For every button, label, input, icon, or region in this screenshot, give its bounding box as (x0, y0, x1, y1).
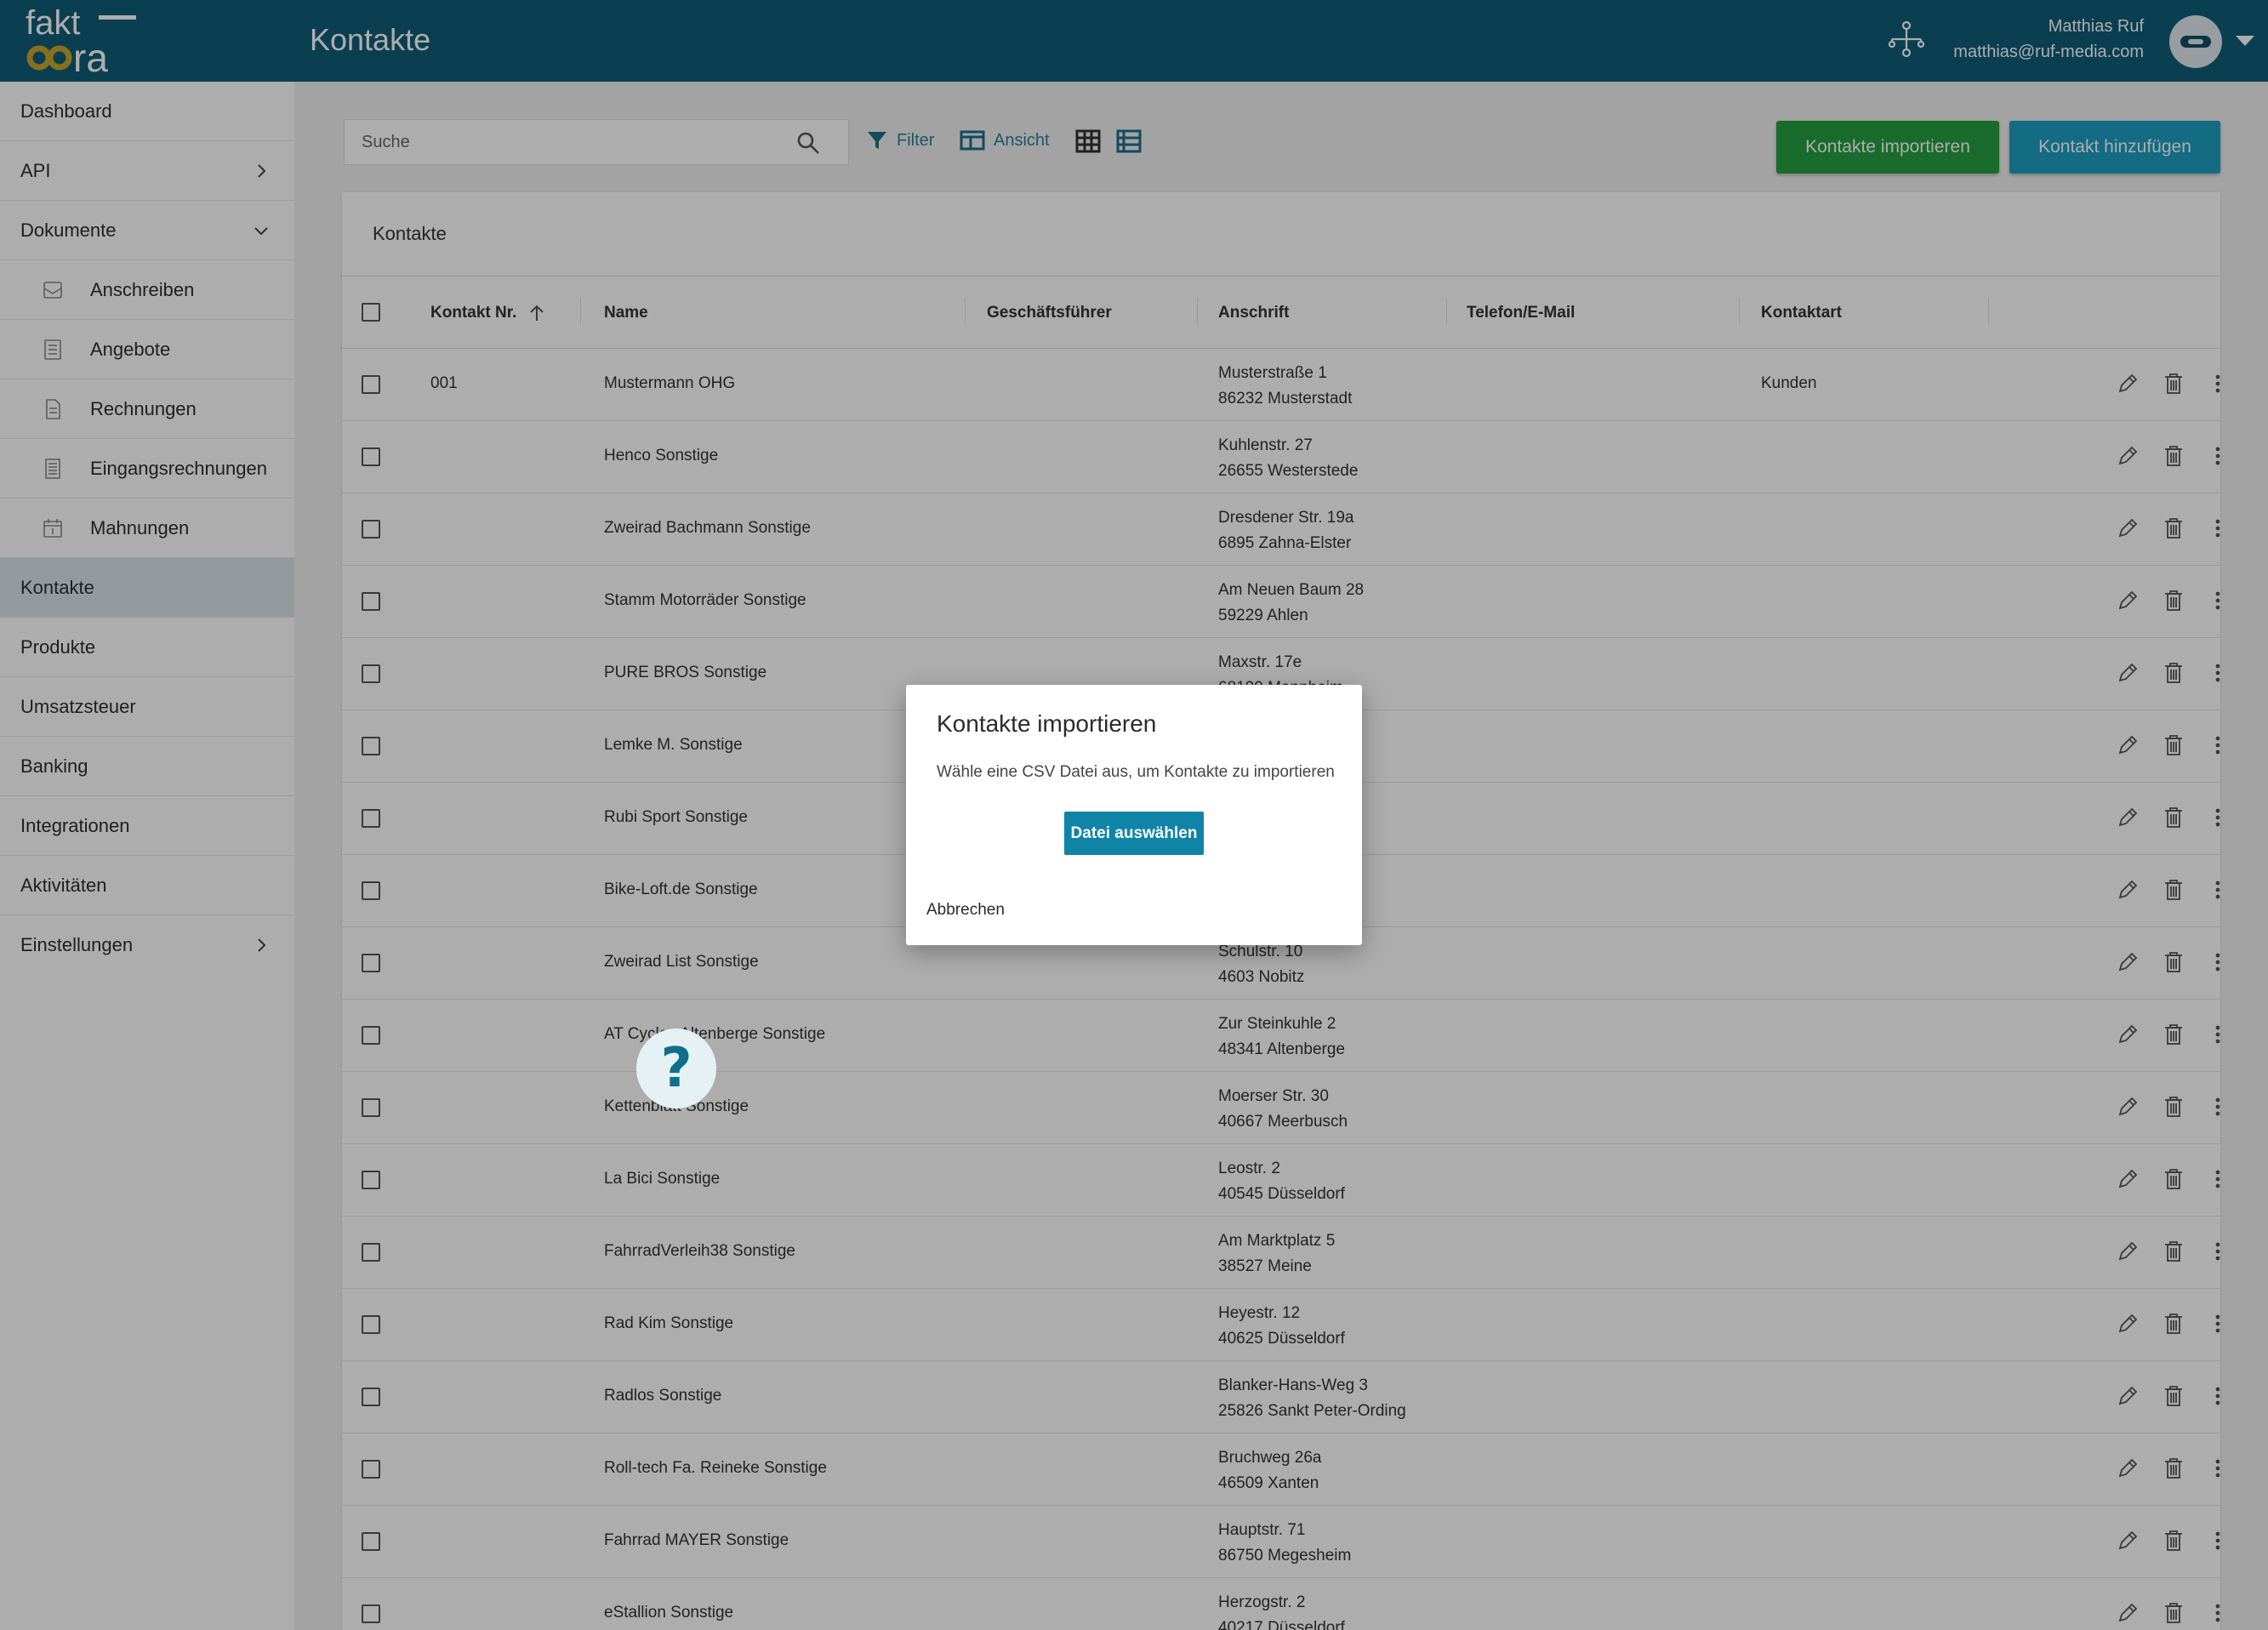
dialog-text: Wähle eine CSV Datei aus, um Kontakte zu… (937, 763, 1335, 781)
question-mark-icon: ? (660, 1037, 692, 1100)
cancel-button[interactable]: Abbrechen (926, 901, 1005, 920)
import-dialog: Kontakte importieren Wähle eine CSV Date… (906, 685, 1362, 945)
help-button[interactable]: ? (636, 1029, 716, 1109)
dialog-title: Kontakte importieren (937, 710, 1157, 737)
choose-file-button[interactable]: Datei auswählen (1064, 812, 1204, 855)
